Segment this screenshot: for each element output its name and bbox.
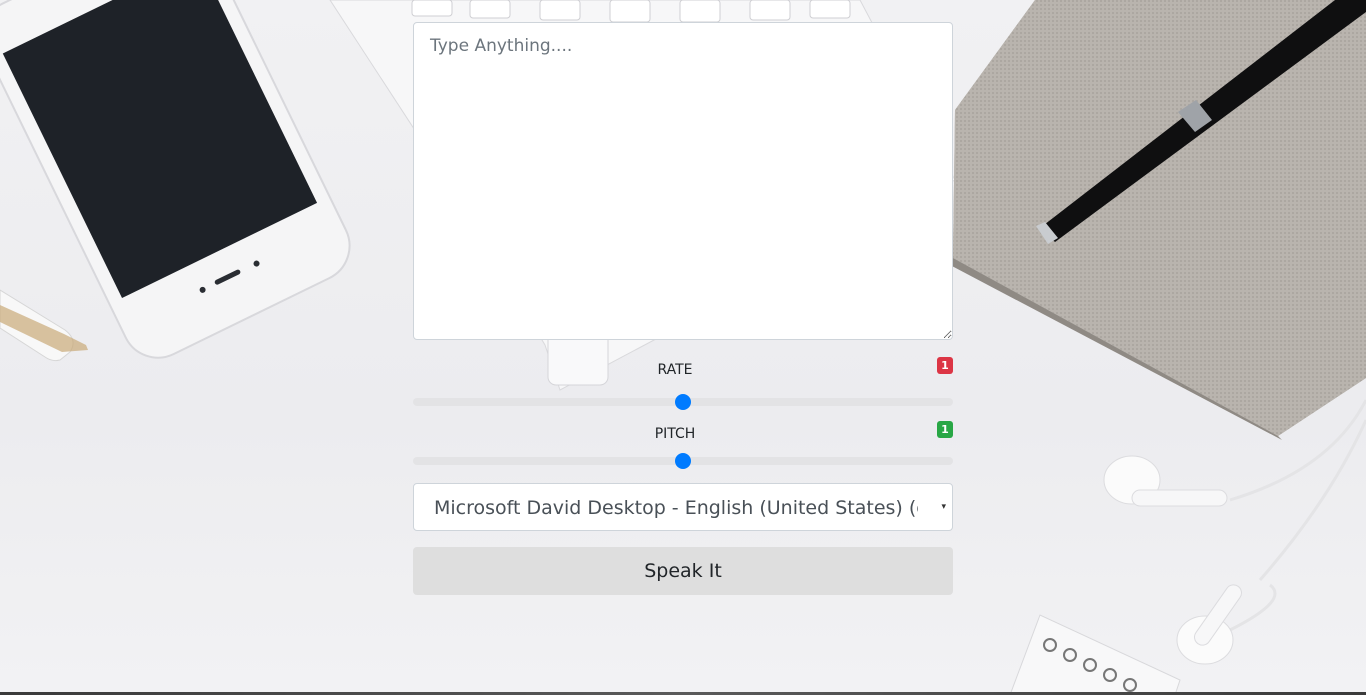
spiral-notepad-illustration — [1009, 614, 1181, 695]
rate-label: RATE — [657, 362, 693, 378]
app-root: RATE 1 PITCH 1 Microsoft David Desktop -… — [0, 0, 1366, 695]
voice-selected-value: Microsoft David Desktop - English (Unite… — [434, 497, 918, 519]
earphones-illustration — [1229, 399, 1366, 632]
voice-select[interactable]: Microsoft David Desktop - English (Unite… — [413, 483, 953, 531]
rate-slider-thumb[interactable] — [675, 394, 691, 410]
pitch-label: PITCH — [654, 426, 696, 442]
pitch-control: PITCH 1 — [413, 421, 953, 473]
phone-illustration — [0, 0, 351, 359]
earbud-illustration — [1103, 455, 1242, 665]
notebook-illustration — [950, 0, 1366, 440]
rate-value-badge: 1 — [937, 357, 953, 374]
rate-control: RATE 1 — [413, 357, 953, 413]
chevron-down-icon: ▾ — [941, 501, 946, 511]
text-to-speak-input[interactable] — [413, 22, 953, 340]
pitch-value-badge: 1 — [937, 421, 953, 438]
speech-form: RATE 1 PITCH 1 Microsoft David Desktop -… — [413, 22, 953, 595]
pitch-slider-thumb[interactable] — [675, 453, 691, 469]
speak-button[interactable]: Speak It — [413, 547, 953, 595]
pen-left-illustration — [0, 289, 88, 362]
